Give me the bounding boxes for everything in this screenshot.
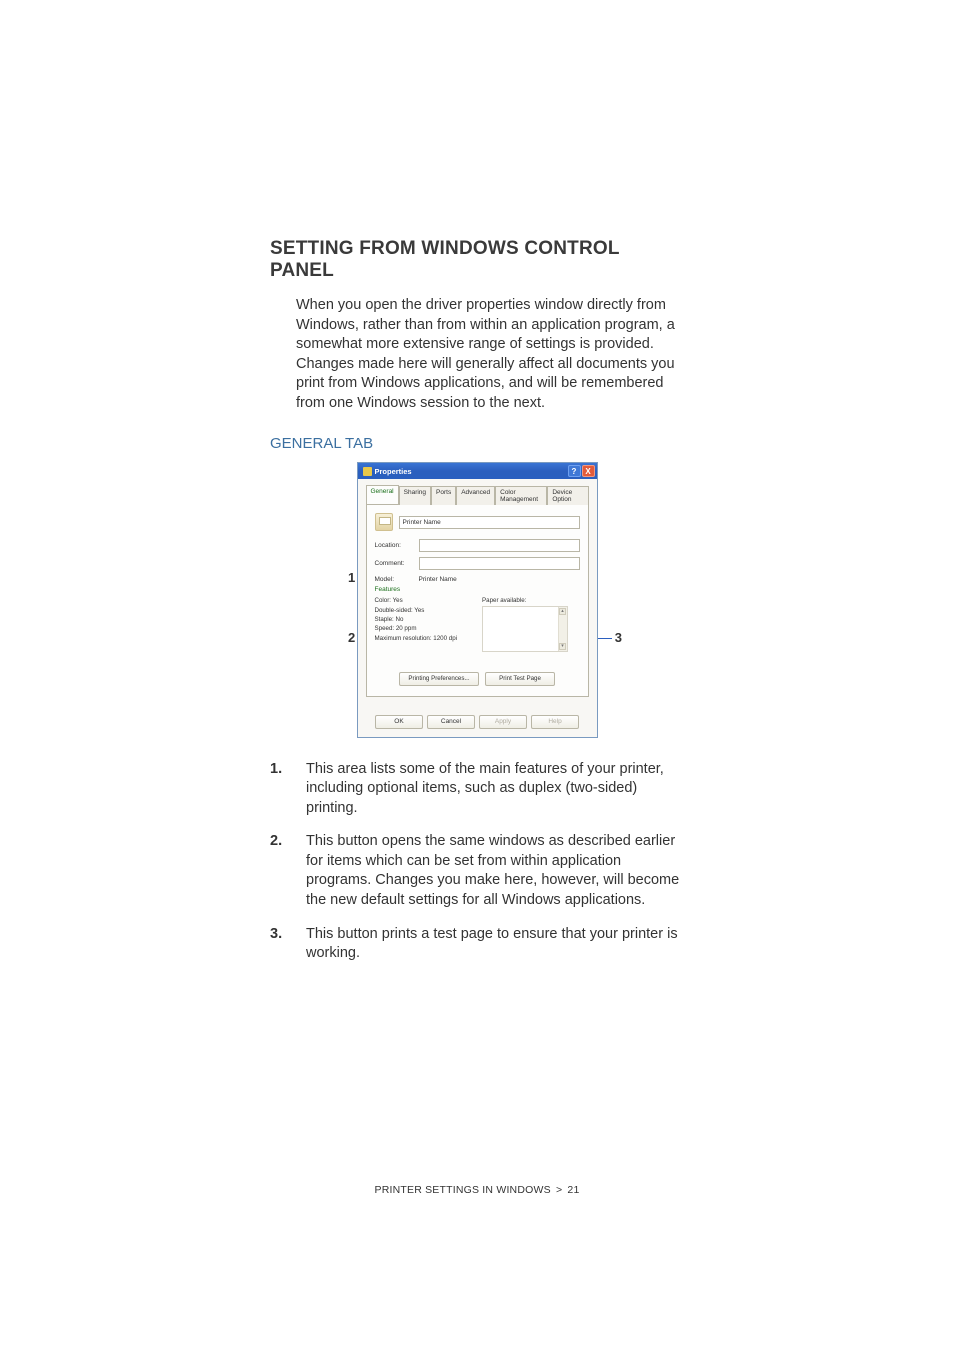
list-number-1: 1. [270,760,306,819]
help-button[interactable]: Help [531,715,579,729]
comment-label: Comment: [375,560,413,567]
printer-name-row: Printer Name [375,513,580,531]
tab-advanced[interactable]: Advanced [456,486,495,505]
list-text-3: This button prints a test page to ensure… [306,925,684,964]
dialog-bottom-buttons: OK Cancel Apply Help [366,715,589,729]
titlebar-help-button[interactable]: ? [568,465,581,477]
model-value: Printer Name [419,576,457,583]
tab-ports[interactable]: Ports [431,486,456,505]
dialog-body: General Sharing Ports Advanced Color Man… [358,479,597,736]
features-box: Color: Yes Double-sided: Yes Staple: No … [375,596,580,651]
printer-icon [375,513,393,531]
panel-button-row: Printing Preferences... Print Test Page [375,672,580,686]
features-heading: Features [375,586,580,593]
callout-2: 2 [348,630,355,645]
list-item: 1. This area lists some of the main feat… [270,760,684,819]
general-tab-panel: Printer Name Location: Comment: Model: P… [366,504,589,696]
general-tab-heading: GENERAL TAB [270,435,684,452]
intro-paragraph: When you open the driver properties wind… [270,296,684,413]
print-test-page-button[interactable]: Print Test Page [485,672,555,686]
list-text-1: This area lists some of the main feature… [306,760,684,819]
location-label: Location: [375,542,413,549]
feature-doublesided: Double-sided: Yes [375,606,473,615]
features-list-right: Paper available: ▴ ▾ [482,596,580,651]
dialog-title: Properties [375,467,412,476]
ok-button[interactable]: OK [375,715,423,729]
titlebar-close-button[interactable]: X [582,465,595,477]
comment-field[interactable] [419,557,580,570]
printer-name-field[interactable]: Printer Name [399,516,580,529]
numbered-list: 1. This area lists some of the main feat… [270,760,684,964]
printing-preferences-button[interactable]: Printing Preferences... [399,672,479,686]
page-content: SETTING FROM WINDOWS CONTROL PANEL When … [0,0,954,964]
footer-separator: > [556,1184,562,1196]
feature-staple: Staple: No [375,615,473,624]
footer-section: PRINTER SETTINGS IN WINDOWS [374,1184,550,1196]
comment-row: Comment: [375,557,580,570]
tab-general[interactable]: General [366,485,399,504]
titlebar: Properties ? X [358,463,597,479]
tab-strip: General Sharing Ports Advanced Color Man… [366,485,589,504]
scroll-up-icon[interactable]: ▴ [559,608,566,615]
tab-device-option[interactable]: Device Option [547,486,588,505]
list-item: 2. This button opens the same windows as… [270,832,684,910]
titlebar-left: Properties [363,467,412,476]
model-row: Model: Printer Name [375,576,580,583]
model-label: Model: [375,576,413,583]
list-number-3: 3. [270,925,306,964]
feature-color: Color: Yes [375,596,473,605]
paper-available-list[interactable]: ▴ ▾ [482,606,568,652]
features-list-left: Color: Yes Double-sided: Yes Staple: No … [375,596,473,651]
list-number-2: 2. [270,832,306,910]
callout-3: 3 [615,630,622,645]
section-heading: SETTING FROM WINDOWS CONTROL PANEL [270,238,684,282]
page-footer: PRINTER SETTINGS IN WINDOWS > 21 [0,1184,954,1196]
tab-color-management[interactable]: Color Management [495,486,547,505]
list-item: 3. This button prints a test page to ens… [270,925,684,964]
callout-1: 1 [348,570,355,585]
cancel-button[interactable]: Cancel [427,715,475,729]
feature-resolution: Maximum resolution: 1200 dpi [375,634,473,643]
properties-dialog: Properties ? X General Sharing Ports Adv… [357,462,598,737]
scroll-down-icon[interactable]: ▾ [559,643,566,650]
paper-available-label: Paper available: [482,596,580,605]
tab-sharing[interactable]: Sharing [399,486,431,505]
footer-page-number: 21 [567,1184,579,1196]
feature-speed: Speed: 20 ppm [375,624,473,633]
dialog-screenshot-wrap: 1 2 3 Properties ? X General Shari [270,462,684,737]
list-text-2: This button opens the same windows as de… [306,832,684,910]
titlebar-buttons: ? X [568,465,595,477]
location-row: Location: [375,539,580,552]
printer-small-icon [363,467,372,476]
apply-button[interactable]: Apply [479,715,527,729]
location-field[interactable] [419,539,580,552]
